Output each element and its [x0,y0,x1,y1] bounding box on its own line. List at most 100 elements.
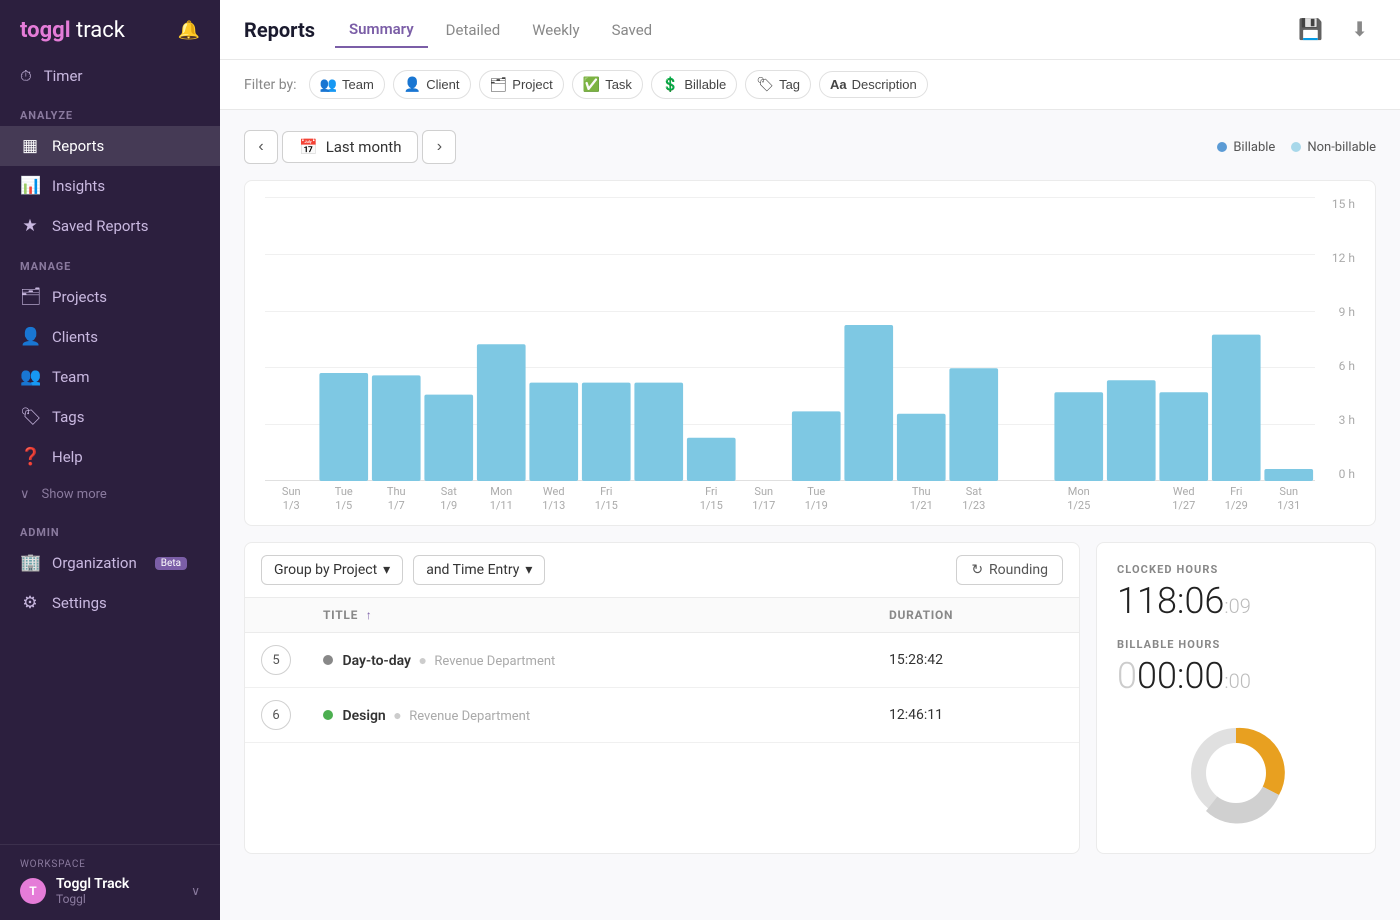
sidebar-item-saved-reports[interactable]: ★ Saved Reports [0,206,220,246]
main-content: Reports Summary Detailed Weekly Saved 💾 … [220,0,1400,920]
chevron-down-icon: ▾ [525,562,532,578]
calendar-icon: 📅 [299,138,318,156]
chart-legend: Billable Non-billable [1217,140,1376,155]
tags-icon: 🏷 [20,407,40,427]
save-report-button[interactable]: 💾 [1290,13,1331,46]
content-area: ‹ 📅 Last month › Billable Non-billable [220,110,1400,920]
sidebar-item-tags[interactable]: 🏷 Tags [0,397,220,437]
tab-summary[interactable]: Summary [335,12,428,48]
filter-tag[interactable]: 🏷 Tag [745,70,811,99]
description-filter-icon: Aa [830,77,847,92]
table-controls: Group by Project ▾ and Time Entry ▾ ↻ Ro… [245,543,1079,598]
team-icon: 👥 [20,367,40,387]
sidebar-item-reports[interactable]: ▦ Reports [0,126,220,166]
workspace-item[interactable]: T Toggl Track Toggl ∨ [20,876,200,906]
notifications-icon[interactable]: 🔔 [178,20,200,41]
sidebar-item-projects[interactable]: 🗂 Projects [0,277,220,317]
filter-billable[interactable]: 💲 Billable [651,70,737,99]
rounding-icon: ↻ [971,562,983,578]
stats-panel: CLOCKED HOURS 118:06:09 BILLABLE HOURS 0… [1096,542,1376,854]
date-range-selector[interactable]: 📅 Last month [282,131,418,163]
x-axis-label: Sun1/31 [1263,485,1316,514]
sidebar-item-clients[interactable]: 👤 Clients [0,317,220,357]
row-project-cell[interactable]: Day-to-day ● Revenue Department [307,633,873,688]
timer-nav-item[interactable]: ⏱ Timer [0,57,220,95]
insights-icon: 📊 [20,176,40,196]
saved-reports-icon: ★ [20,216,40,236]
project-color-dot [323,655,333,665]
sidebar-item-organization[interactable]: 🏢 Organization Beta [0,543,220,583]
col-duration-header[interactable]: DURATION [873,598,1079,633]
workspace-name: Toggl Track [56,876,129,892]
col-expand [245,598,307,633]
x-axis-label: Mon1/11 [475,485,528,514]
y-axis-labels: 15 h 12 h 9 h 6 h 3 h 0 h [1319,197,1355,481]
filter-client[interactable]: 👤 Client [393,70,471,99]
row-number-cell: 5 [245,633,307,688]
filter-team[interactable]: 👥 Team [309,70,385,99]
task-filter-icon: ✅ [583,76,600,93]
x-axis-label: Thu1/21 [895,485,948,514]
sidebar-item-team[interactable]: 👥 Team [0,357,220,397]
table-row: 5 Day-to-day ● Revenue Department 15:28:… [245,633,1079,688]
analyze-section-label: ANALYZE [0,95,220,126]
clocked-hours-label: CLOCKED HOURS [1117,563,1355,576]
clocked-hours-value: 118:06:09 [1117,580,1355,622]
prev-period-button[interactable]: ‹ [244,130,278,164]
download-report-button[interactable]: ⬇ [1343,13,1376,46]
x-axis-label: Sun1/3 [265,485,318,514]
topbar-actions: 💾 ⬇ [1290,13,1376,46]
workspace-sub: Toggl [56,892,129,906]
client-filter-icon: 👤 [404,76,421,93]
logo: toggl track [20,18,125,43]
admin-section-label: ADMIN [0,512,220,543]
sidebar: toggl track 🔔 ⏱ Timer ANALYZE ▦ Reports … [0,0,220,920]
col-title-header[interactable]: TITLE ↑ [307,598,873,633]
manage-section-label: MANAGE [0,246,220,277]
row-project-cell[interactable]: Design ● Revenue Department [307,688,873,743]
project-filter-icon: 🗂 [490,76,508,93]
filter-project[interactable]: 🗂 Project [479,70,564,99]
billable-hours-value: 000:00:00 [1117,655,1355,697]
sort-icon: ↑ [366,608,373,622]
x-axis-label: Fri1/29 [1210,485,1263,514]
page-title: Reports [244,18,315,42]
rounding-button[interactable]: ↻ Rounding [956,555,1063,585]
chart-svg [265,197,1315,481]
filter-by-label: Filter by: [244,77,297,93]
row-count: 6 [261,700,291,730]
billable-hours-label: BILLABLE HOURS [1117,638,1355,651]
chevron-down-icon: ∨ [20,487,30,502]
settings-icon: ⚙ [20,593,40,613]
sidebar-item-help[interactable]: ❓ Help [0,437,220,477]
workspace-label: WORKSPACE [20,859,200,870]
x-axis-label: Wed1/13 [528,485,581,514]
legend-billable: Billable [1217,140,1275,155]
table-row: 6 Design ● Revenue Department 12:46:11 [245,688,1079,743]
non-billable-dot [1291,142,1301,152]
x-axis-label: Fri1/15 [685,485,738,514]
filter-description[interactable]: Aa Description [819,71,928,98]
legend-non-billable: Non-billable [1291,140,1376,155]
sidebar-item-insights[interactable]: 📊 Insights [0,166,220,206]
filter-task[interactable]: ✅ Task [572,70,643,99]
row-duration-cell: 12:46:11 [873,688,1079,743]
tab-weekly[interactable]: Weekly [518,13,593,47]
x-axis-label: Tue1/5 [318,485,371,514]
x-axis-label: Fri1/15 [580,485,633,514]
next-period-button[interactable]: › [422,130,456,164]
workspace-chevron-icon: ∨ [191,884,200,898]
show-more-button[interactable]: ∨ Show more [0,477,220,512]
row-number-cell: 6 [245,688,307,743]
time-entry-select[interactable]: and Time Entry ▾ [413,555,545,585]
tab-detailed[interactable]: Detailed [432,13,515,47]
sidebar-item-settings[interactable]: ⚙ Settings [0,583,220,623]
tab-saved[interactable]: Saved [598,13,667,47]
x-axis-labels: Sun1/3Tue1/5Thu1/7Sat1/9Mon1/11Wed1/13Fr… [265,481,1315,517]
group-by-select[interactable]: Group by Project ▾ [261,555,403,585]
bottom-section: Group by Project ▾ and Time Entry ▾ ↻ Ro… [244,542,1376,854]
workspace-avatar: T [20,878,46,904]
date-navigation: ‹ 📅 Last month › Billable Non-billable [244,130,1376,164]
beta-badge: Beta [155,557,187,570]
team-filter-icon: 👥 [320,76,337,93]
